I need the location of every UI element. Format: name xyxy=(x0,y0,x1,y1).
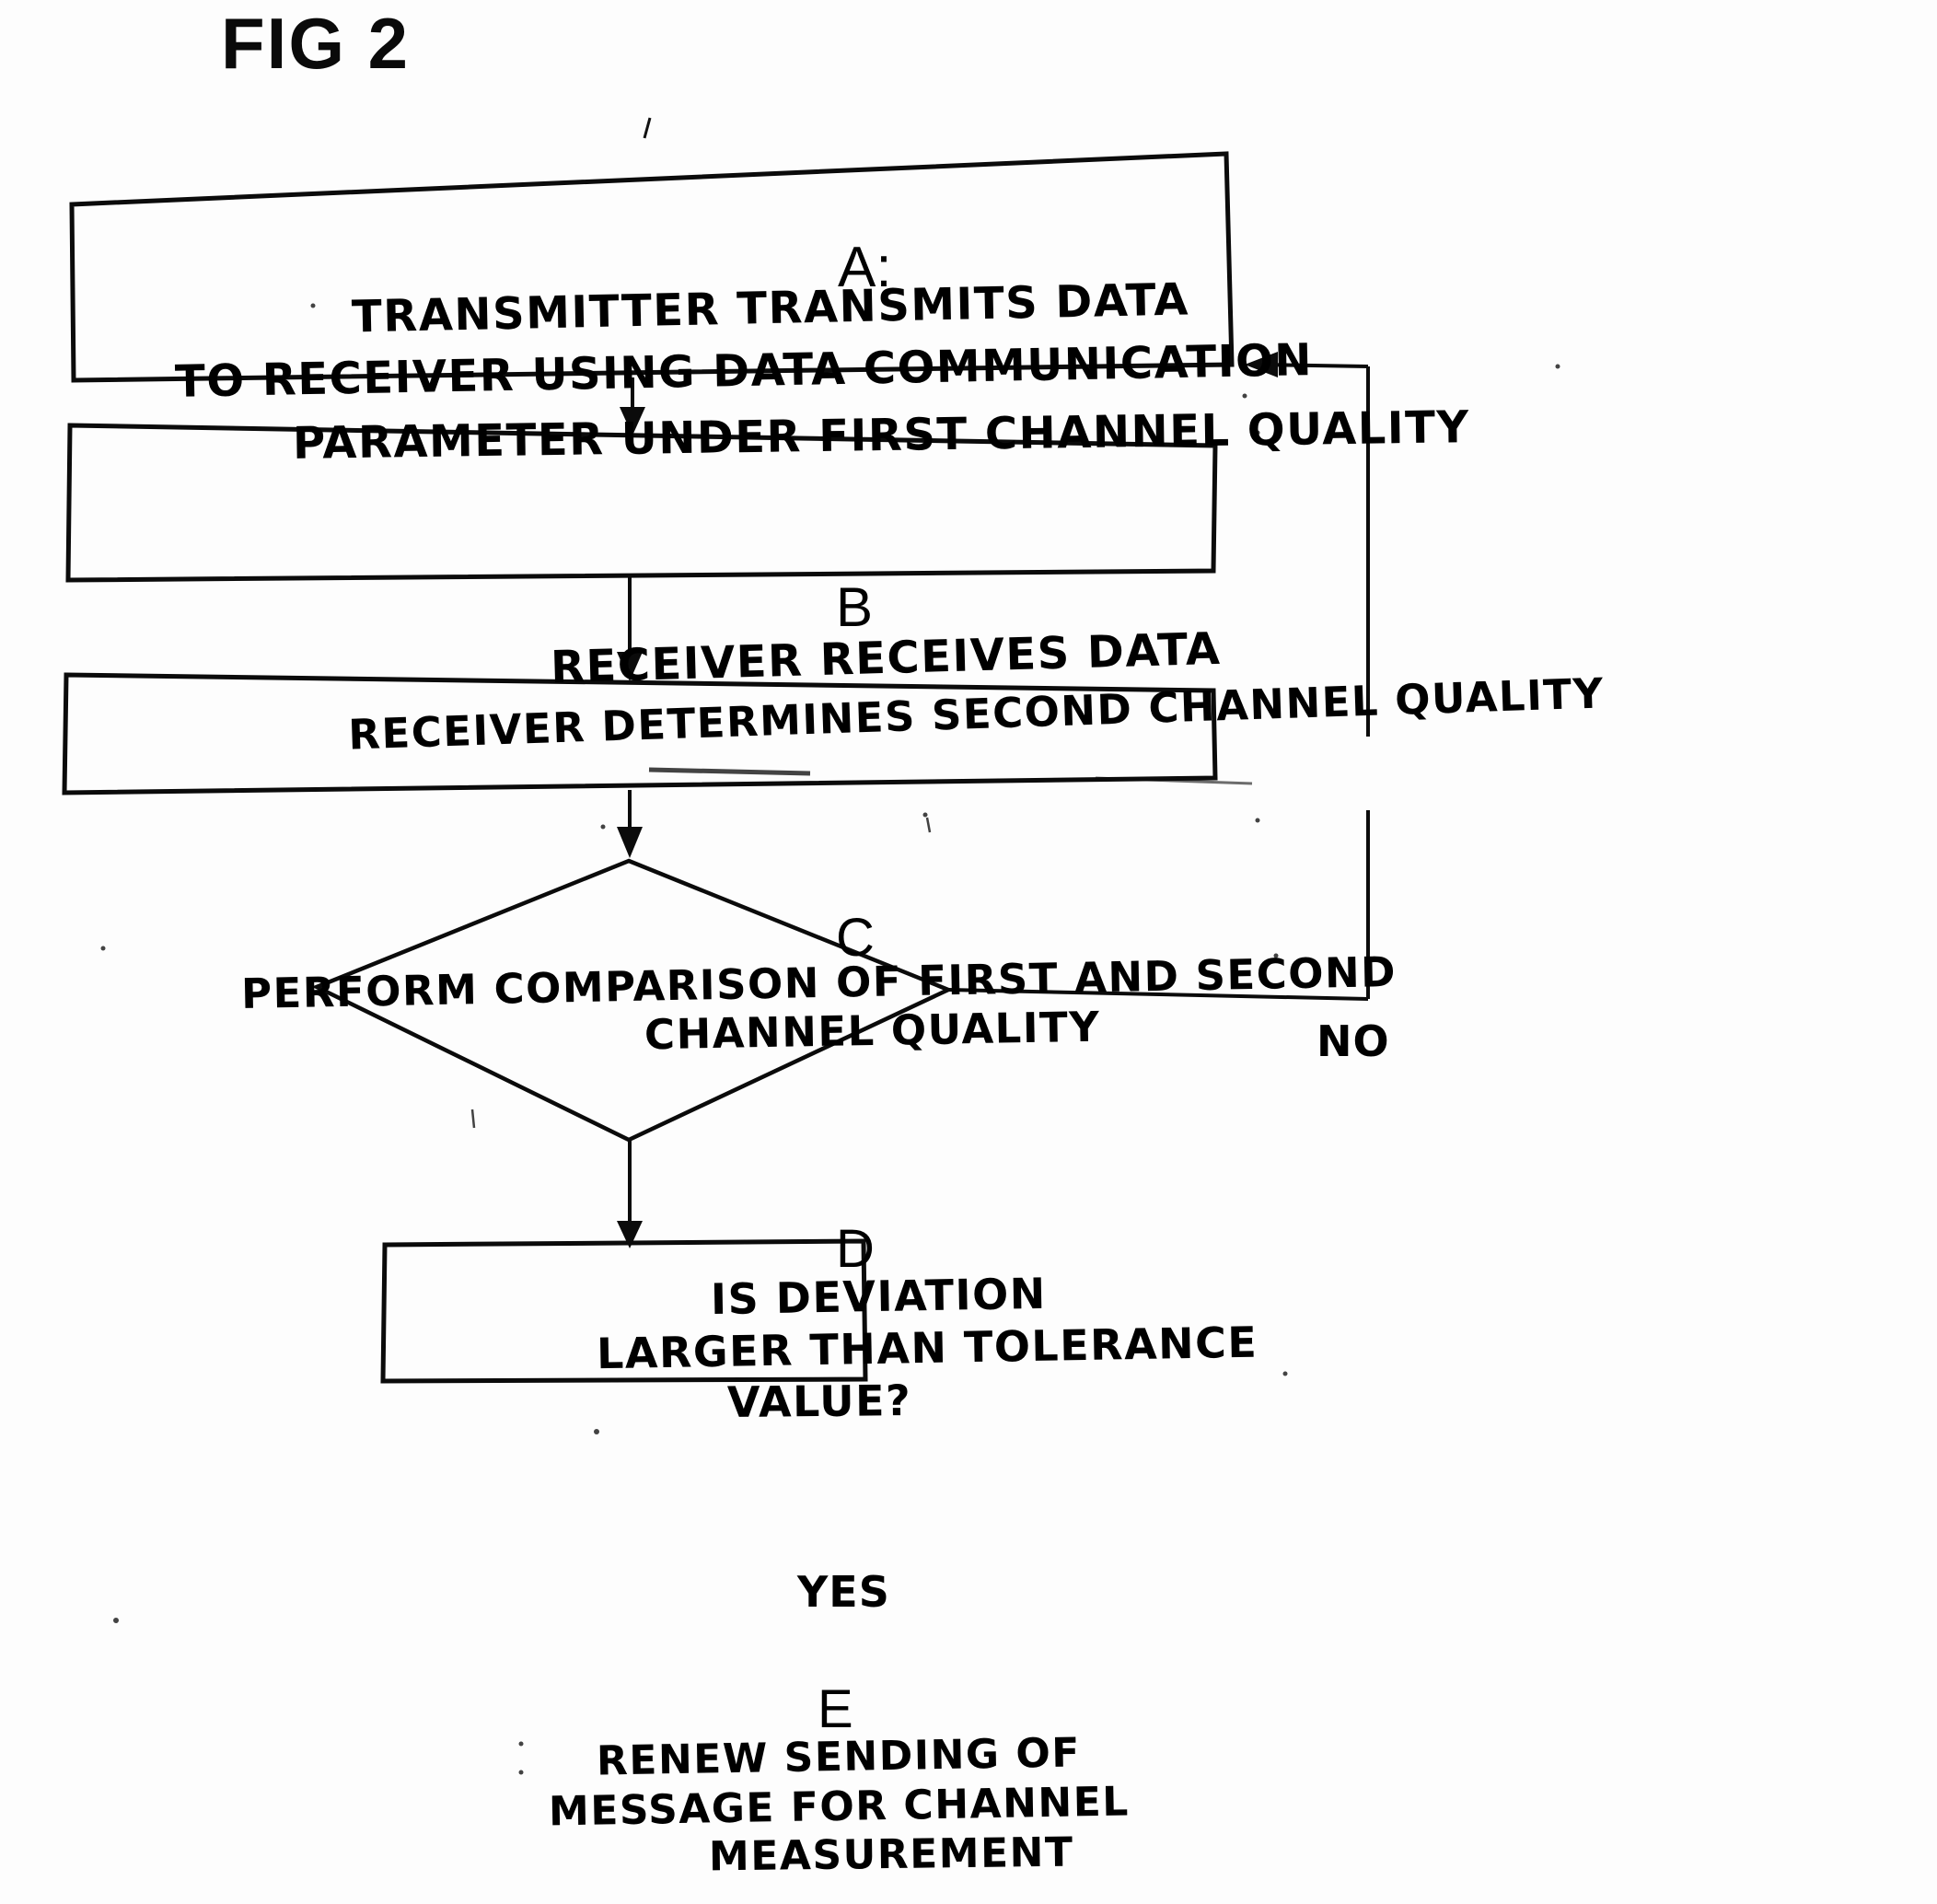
node-a-line-2: TO RECEIVER USING DATA COMMUNICATION xyxy=(174,334,1314,408)
edge-label-yes: YES xyxy=(797,1567,890,1617)
node-d-line-3: VALUE? xyxy=(726,1375,912,1428)
node-b-line-2: RECEIVER DETERMINES SECOND CHANNEL QUALI… xyxy=(347,668,1606,760)
node-a-line-3: PARAMETER UNDER FIRST CHANNEL QUALITY xyxy=(292,401,1471,470)
node-e-line-1: RENEW SENDING OF xyxy=(596,1729,1082,1785)
node-a-line-1: TRANSMITTER TRANSMITS DATA xyxy=(351,273,1190,343)
node-c-line-2: CHANNEL QUALITY xyxy=(644,1002,1101,1060)
edge-label-no: NO xyxy=(1316,1016,1390,1066)
node-d-letter: D xyxy=(836,1219,875,1279)
figure-canvas: FIG 2 A: TRANSMITTER TRANSMITS DATA TO R… xyxy=(0,0,1937,1904)
node-b-letter: B xyxy=(836,576,874,638)
node-b-line-1: RECEIVER RECEIVES DATA xyxy=(550,622,1223,694)
node-d-line-1: IS DEVIATION xyxy=(710,1268,1048,1325)
node-e-letter: E xyxy=(818,1679,853,1739)
node-d-line-2: LARGER THAN TOLERANCE xyxy=(596,1317,1258,1379)
flowchart-text-layer: A: TRANSMITTER TRANSMITS DATA TO RECEIVE… xyxy=(0,0,1937,1904)
node-e-line-2: MESSAGE FOR CHANNEL xyxy=(548,1778,1131,1836)
node-e-line-3: MEASUREMENT xyxy=(708,1829,1074,1881)
node-c-line-1: PERFORM COMPARISON OF FIRST AND SECOND xyxy=(240,946,1398,1019)
